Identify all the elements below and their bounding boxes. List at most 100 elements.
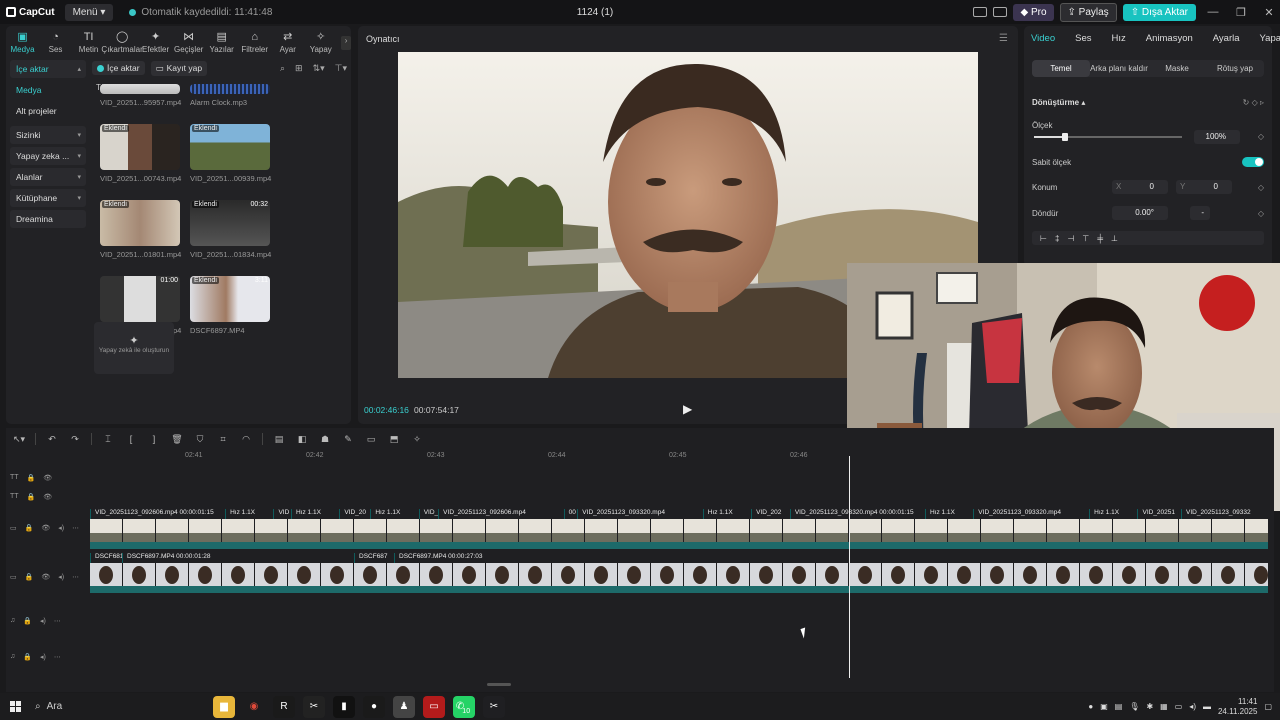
magic-icon[interactable]: ✎	[341, 434, 355, 445]
frame-icon[interactable]: ▭	[364, 434, 378, 445]
timeline-ruler[interactable]: 02:41 02:42 02:43 02:44 02:45 02:46	[90, 450, 850, 462]
ai-create-card[interactable]: ✦ Yapay zekâ ile oluşturun	[94, 322, 174, 374]
media-thumbnail[interactable]: 01:00	[100, 276, 180, 322]
eye-icon[interactable]: 👁	[41, 573, 50, 581]
layout-icon[interactable]	[973, 7, 988, 17]
media-thumbnail[interactable]: Eklendi	[100, 124, 180, 170]
tool-tab-medya[interactable]: ▣ Medya	[6, 32, 39, 56]
clock[interactable]: 11:41 24.11.2025	[1218, 697, 1257, 717]
align-center-icon[interactable]: ‡	[1055, 234, 1059, 243]
more-icon[interactable]: ⋯	[72, 573, 79, 581]
more-icon[interactable]: ⋯	[72, 524, 79, 532]
maximize-icon[interactable]: ❐	[1230, 6, 1252, 19]
position-keyframe-icon[interactable]: ◇	[1258, 183, 1264, 192]
network-icon[interactable]: ▭	[1175, 702, 1183, 711]
tray-icon[interactable]: ▣	[1100, 702, 1108, 711]
uniform-scale-toggle[interactable]	[1242, 157, 1264, 167]
sidenav-item-2[interactable]: Alt projeler	[10, 102, 86, 120]
position-y-input[interactable]: Y0	[1176, 180, 1232, 194]
tray-icon[interactable]: ▤	[1115, 702, 1123, 711]
pro-button[interactable]: ◆ Pro	[1013, 3, 1054, 21]
media-thumbnail[interactable]: Eklendi 3:11	[190, 276, 270, 322]
volume-icon[interactable]: ◂)	[1189, 702, 1196, 711]
prop-subtab[interactable]: Arka planı kaldır	[1090, 60, 1148, 77]
obs-icon[interactable]: ●	[363, 695, 385, 718]
play-icon[interactable]: ▶	[683, 402, 692, 416]
shortcuts-icon[interactable]	[993, 7, 1008, 17]
bluetooth-icon[interactable]: ✱	[1146, 702, 1153, 711]
view-grid-icon[interactable]: ⊞	[295, 63, 303, 74]
lock-icon[interactable]: 🔒	[25, 524, 34, 532]
volume-icon[interactable]: ◂)	[40, 617, 46, 625]
split-left-icon[interactable]: [	[124, 434, 138, 444]
tray-app-icon[interactable]: ●	[1088, 702, 1093, 711]
prop-tab[interactable]: Yapay	[1260, 33, 1280, 44]
redo-icon[interactable]: ↷	[68, 434, 82, 445]
media-item[interactable]: Alarm Clock.mp3	[190, 48, 270, 107]
media-item[interactable]: Eklendi 00:32 VID_20251...01834.mp4	[190, 200, 271, 259]
delete-icon[interactable]: 🗑	[170, 434, 184, 445]
prop-tab[interactable]: Animasyon	[1146, 33, 1193, 44]
sidenav-item-1[interactable]: Medya	[10, 81, 86, 99]
align-left-icon[interactable]: ⊢	[1040, 234, 1047, 243]
overlay-video-track[interactable]: VID_20251123_092606.mp4 00:00:01:15 Hız 1…	[90, 509, 1268, 549]
position-x-input[interactable]: X0	[1112, 180, 1168, 194]
media-item[interactable]: Eklendi 3:11 DSCF6897.MP4	[190, 276, 270, 335]
media-item[interactable]: Eklendi VID_20251...00743.mp4	[100, 124, 181, 183]
eye-icon[interactable]: 👁	[43, 474, 52, 482]
timeline-scrollbar[interactable]	[487, 683, 511, 686]
minimize-icon[interactable]: —	[1202, 6, 1224, 18]
share-button[interactable]: ⇪ Paylaş	[1059, 2, 1117, 22]
eye-icon[interactable]: 👁	[43, 493, 52, 501]
scale-slider-knob[interactable]	[1062, 133, 1068, 141]
marker-icon[interactable]: ⛉	[193, 434, 207, 445]
notification-icon[interactable]: ▢	[1264, 702, 1272, 711]
capcut-icon[interactable]: ✂	[303, 695, 325, 718]
capcut-active-icon[interactable]: ✂	[483, 695, 505, 718]
lock-icon[interactable]: 🔒	[27, 474, 36, 482]
tool-tab-yapay[interactable]: ✧ Yapay	[304, 32, 337, 56]
tray-icon[interactable]: ▦	[1160, 702, 1168, 711]
rotate-extra[interactable]: -	[1190, 206, 1210, 220]
chrome-icon[interactable]: ◉	[243, 696, 265, 718]
taskbar-search[interactable]: ⌕ Ara	[35, 701, 205, 712]
prop-tab[interactable]: Ses	[1075, 33, 1091, 44]
split-icon[interactable]: ⌶	[101, 434, 115, 445]
prop-tab[interactable]: Hız	[1112, 33, 1126, 44]
align-bottom-icon[interactable]: ⊥	[1111, 234, 1118, 243]
align-top-icon[interactable]: ⊤	[1082, 234, 1089, 243]
main-menu-button[interactable]: Menü ▾	[64, 3, 114, 21]
prop-tab[interactable]: Ayarla	[1213, 33, 1240, 44]
sidenav-item-7[interactable]: Dreamina	[10, 210, 86, 228]
tool-tab-ayar[interactable]: ⇄ Ayar	[271, 32, 304, 56]
volume-icon[interactable]: ◂)	[40, 653, 46, 661]
main-video-track[interactable]: DSCF681 DSCF6897.MP4 00:00:01:28 DSCF687 DS…	[90, 553, 1268, 593]
media-thumbnail[interactable]: Eklendi	[100, 200, 180, 246]
rotate-input[interactable]: 0.00°	[1112, 206, 1168, 220]
prop-subtab[interactable]: Maske	[1148, 60, 1206, 77]
media-item[interactable]: Eklendi VID_20251...00939.mp4	[190, 124, 271, 183]
crop-icon[interactable]: ⌗	[216, 434, 230, 445]
media-thumbnail[interactable]	[190, 84, 270, 94]
windows-start-icon[interactable]	[10, 701, 21, 712]
more-icon[interactable]: ⋯	[54, 653, 61, 661]
search-icon[interactable]: ⌕	[280, 63, 285, 74]
export-frame-icon[interactable]: ⬒	[387, 434, 401, 445]
reset-icon[interactable]: ↻ ◇ ▹	[1243, 98, 1264, 107]
select-tool-icon[interactable]: ↖▾	[12, 434, 26, 445]
lock-icon[interactable]: 🔒	[27, 493, 36, 501]
close-icon[interactable]: ✕	[1258, 6, 1280, 19]
prop-subtab[interactable]: Rötuş yap	[1206, 60, 1264, 77]
tool-tab-ses[interactable]: ◔ Ses	[39, 32, 72, 56]
volume-icon[interactable]: ◂)	[58, 524, 64, 532]
lock-icon[interactable]: 🔒	[23, 617, 32, 625]
lock-icon[interactable]: 🔒	[25, 573, 34, 581]
media-thumbnail[interactable]: Eklendi	[190, 124, 270, 170]
sidenav-item-5[interactable]: Alanlar ▾	[10, 168, 86, 186]
media-item[interactable]: Eklendi VID_20251...01801.mp4	[100, 200, 181, 259]
transform-section[interactable]: Dönüştürme ▴	[1032, 98, 1085, 107]
scale-keyframe-icon[interactable]: ◇	[1258, 132, 1264, 141]
mic-app-icon[interactable]: ▮	[333, 695, 355, 718]
prop-subtab[interactable]: Temel	[1032, 60, 1090, 77]
media-item[interactable]: VID_20251...95957.mp4	[100, 48, 181, 107]
